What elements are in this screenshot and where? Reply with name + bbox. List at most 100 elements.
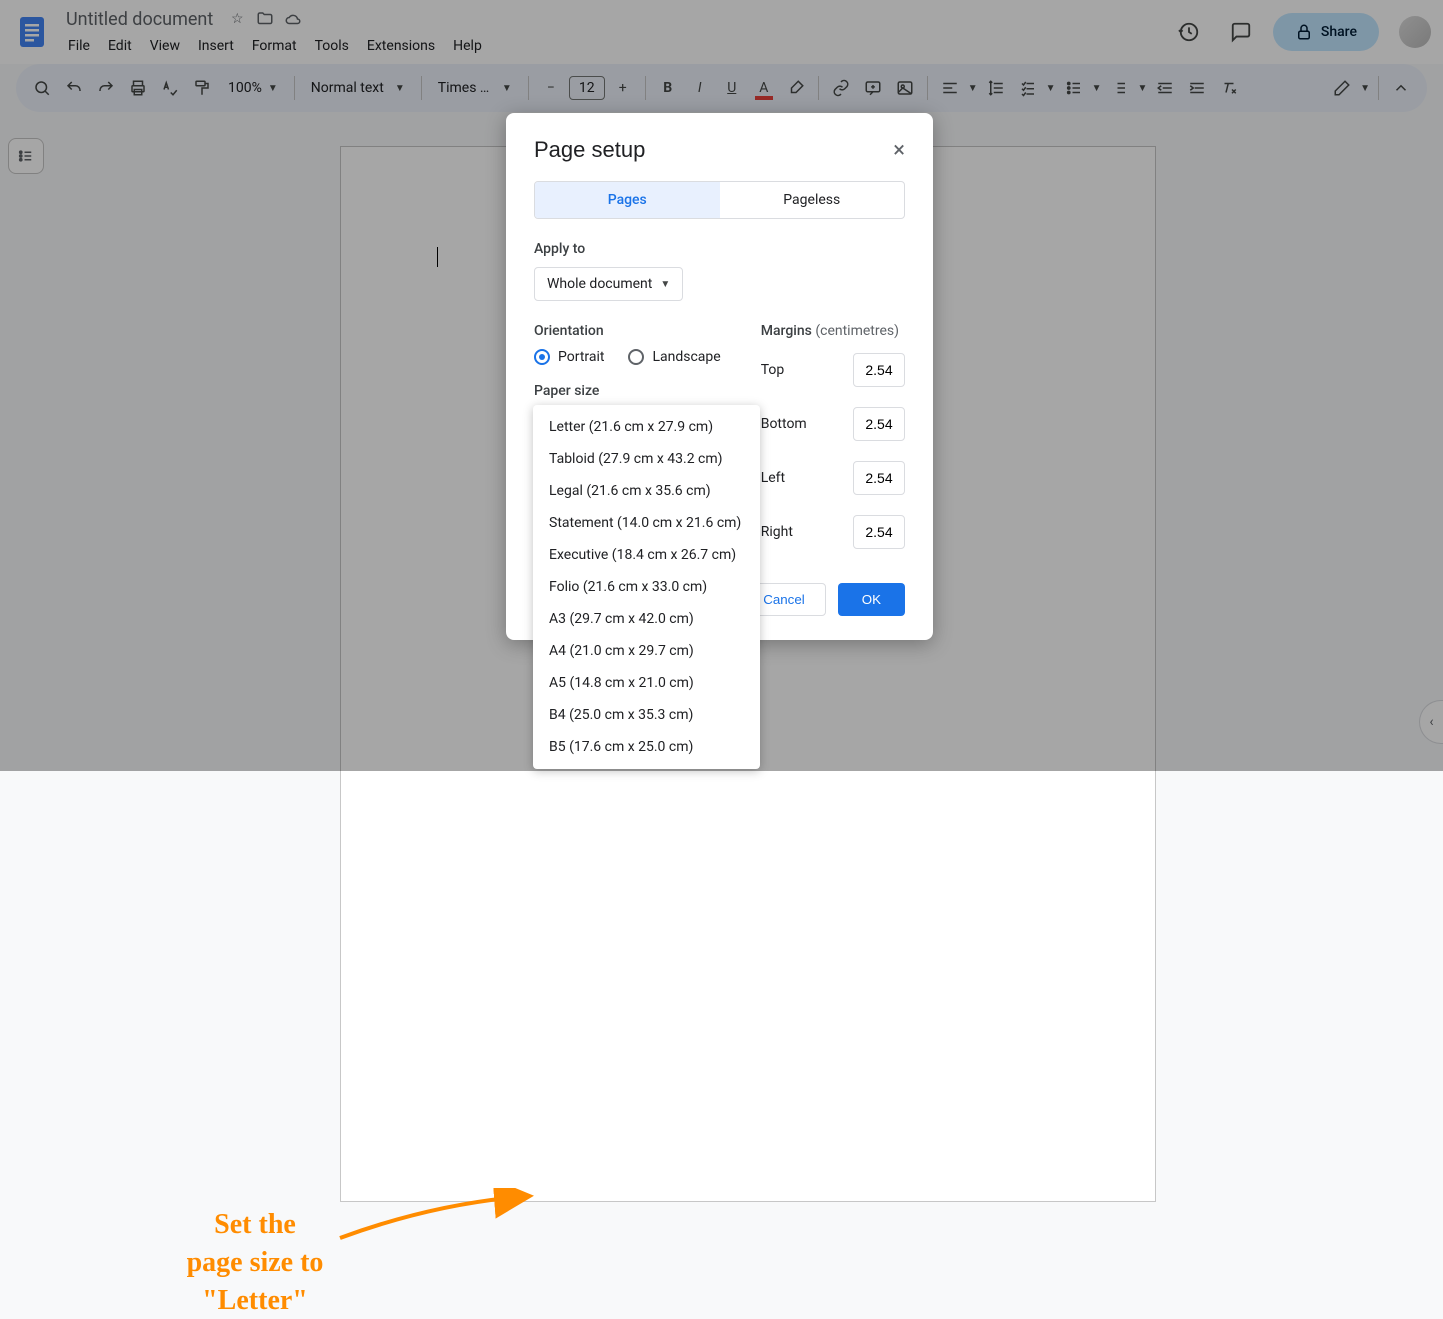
apply-to-value: Whole document — [547, 276, 652, 292]
ok-button[interactable]: OK — [838, 583, 905, 616]
spellcheck-icon[interactable] — [156, 74, 184, 102]
comments-icon[interactable] — [1221, 12, 1261, 52]
margin-bottom-input[interactable] — [853, 407, 905, 441]
menu-insert[interactable]: Insert — [190, 34, 242, 58]
chevron-down-icon[interactable]: ▼ — [1092, 83, 1102, 94]
dialog-tabs: Pages Pageless — [534, 181, 905, 219]
redo-icon[interactable] — [92, 74, 120, 102]
chevron-down-icon: ▼ — [502, 83, 512, 94]
print-icon[interactable] — [124, 74, 152, 102]
font-size-input[interactable]: 12 — [569, 76, 605, 100]
chevron-down-icon[interactable]: ▼ — [1137, 83, 1147, 94]
paper-size-option-b4[interactable]: B4 (25.0 cm x 35.3 cm) — [533, 699, 760, 731]
zoom-select[interactable]: 100%▼ — [220, 76, 286, 100]
editing-mode-icon[interactable] — [1328, 74, 1356, 102]
paper-size-option-folio[interactable]: Folio (21.6 cm x 33.0 cm) — [533, 571, 760, 603]
menu-file[interactable]: File — [60, 34, 98, 58]
close-icon[interactable]: × — [893, 138, 905, 163]
separator — [927, 76, 928, 100]
paper-size-option-tabloid[interactable]: Tabloid (27.9 cm x 43.2 cm) — [533, 443, 760, 475]
chevron-down-icon: ▼ — [268, 83, 278, 94]
chevron-down-icon[interactable]: ▼ — [1046, 83, 1056, 94]
insert-link-icon[interactable] — [827, 74, 855, 102]
menu-view[interactable]: View — [142, 34, 188, 58]
outline-toggle-icon[interactable] — [8, 138, 44, 174]
paper-size-option-letter[interactable]: Letter (21.6 cm x 27.9 cm) — [533, 411, 760, 443]
paper-size-option-legal[interactable]: Legal (21.6 cm x 35.6 cm) — [533, 475, 760, 507]
bold-icon[interactable]: B — [654, 74, 682, 102]
docs-logo-icon[interactable] — [12, 12, 52, 52]
font-value: Times … — [438, 80, 490, 96]
menu-tools[interactable]: Tools — [307, 34, 357, 58]
move-folder-icon[interactable] — [255, 9, 275, 29]
orientation-portrait[interactable]: Portrait — [534, 349, 604, 365]
document-title[interactable]: Untitled document — [60, 7, 219, 32]
insert-image-icon[interactable] — [891, 74, 919, 102]
apply-to-label: Apply to — [534, 241, 905, 257]
chevron-down-icon[interactable]: ▼ — [1360, 83, 1370, 94]
bulleted-list-icon[interactable] — [1060, 74, 1088, 102]
user-avatar[interactable] — [1399, 16, 1431, 48]
tab-pages[interactable]: Pages — [535, 182, 720, 218]
chevron-down-icon[interactable]: ▼ — [968, 83, 978, 94]
collapse-toolbar-icon[interactable] — [1387, 74, 1415, 102]
separator — [645, 76, 646, 100]
tab-pageless[interactable]: Pageless — [720, 182, 905, 218]
font-select[interactable]: Times … ▼ — [430, 76, 520, 100]
margin-top-input[interactable] — [853, 353, 905, 387]
separator — [1378, 76, 1379, 100]
star-icon[interactable]: ☆ — [227, 9, 247, 29]
annotation-line2: page size to — [130, 1244, 380, 1282]
underline-icon[interactable]: U — [718, 74, 746, 102]
dialog-title: Page setup — [534, 137, 645, 163]
cloud-saved-icon[interactable] — [283, 9, 303, 29]
paper-size-option-executive[interactable]: Executive (18.4 cm x 26.7 cm) — [533, 539, 760, 571]
insert-comment-icon[interactable] — [859, 74, 887, 102]
undo-icon[interactable] — [60, 74, 88, 102]
separator — [421, 76, 422, 100]
annotation-line1: Set the — [130, 1206, 380, 1244]
lock-icon — [1295, 23, 1313, 41]
align-icon[interactable] — [936, 74, 964, 102]
paper-size-option-a5[interactable]: A5 (14.8 cm x 21.0 cm) — [533, 667, 760, 699]
title-area: Untitled document ☆ File Edit View Inser… — [60, 7, 1169, 58]
search-icon[interactable] — [28, 74, 56, 102]
paper-size-option-a3[interactable]: A3 (29.7 cm x 42.0 cm) — [533, 603, 760, 635]
margins-unit: (centimetres) — [815, 323, 899, 339]
checklist-icon[interactable] — [1014, 74, 1042, 102]
paper-size-option-a4[interactable]: A4 (21.0 cm x 29.7 cm) — [533, 635, 760, 667]
separator — [528, 76, 529, 100]
text-color-icon[interactable]: A — [750, 74, 778, 102]
orientation-landscape[interactable]: Landscape — [628, 349, 720, 365]
apply-to-select[interactable]: Whole document ▼ — [534, 267, 683, 301]
paint-format-icon[interactable] — [188, 74, 216, 102]
portrait-label: Portrait — [558, 349, 604, 365]
italic-icon[interactable]: I — [686, 74, 714, 102]
radio-unselected-icon — [628, 349, 644, 365]
clear-formatting-icon[interactable] — [1215, 74, 1243, 102]
increase-font-size[interactable]: + — [609, 74, 637, 102]
margin-left-input[interactable] — [853, 461, 905, 495]
paper-size-label: Paper size — [534, 383, 721, 399]
increase-indent-icon[interactable] — [1183, 74, 1211, 102]
menu-edit[interactable]: Edit — [100, 34, 140, 58]
app-header: Untitled document ☆ File Edit View Inser… — [0, 0, 1443, 64]
radio-selected-icon — [534, 349, 550, 365]
line-spacing-icon[interactable] — [982, 74, 1010, 102]
history-icon[interactable] — [1169, 12, 1209, 52]
margin-right-input[interactable] — [853, 515, 905, 549]
menu-help[interactable]: Help — [445, 34, 490, 58]
numbered-list-icon[interactable] — [1105, 74, 1133, 102]
menu-format[interactable]: Format — [244, 34, 305, 58]
share-button[interactable]: Share — [1273, 13, 1379, 51]
highlight-color-icon[interactable] — [782, 74, 810, 102]
margin-bottom-label: Bottom — [761, 416, 807, 432]
paper-size-option-b5[interactable]: B5 (17.6 cm x 25.0 cm) — [533, 731, 760, 763]
paper-size-option-statement[interactable]: Statement (14.0 cm x 21.6 cm) — [533, 507, 760, 539]
decrease-font-size[interactable]: − — [537, 74, 565, 102]
menu-extensions[interactable]: Extensions — [359, 34, 443, 58]
paragraph-style-select[interactable]: Normal text▼ — [303, 76, 413, 100]
decrease-indent-icon[interactable] — [1151, 74, 1179, 102]
toolbar: 100%▼ Normal text▼ Times … ▼ − 12 + B I U… — [16, 64, 1427, 112]
margin-top-label: Top — [761, 362, 785, 378]
